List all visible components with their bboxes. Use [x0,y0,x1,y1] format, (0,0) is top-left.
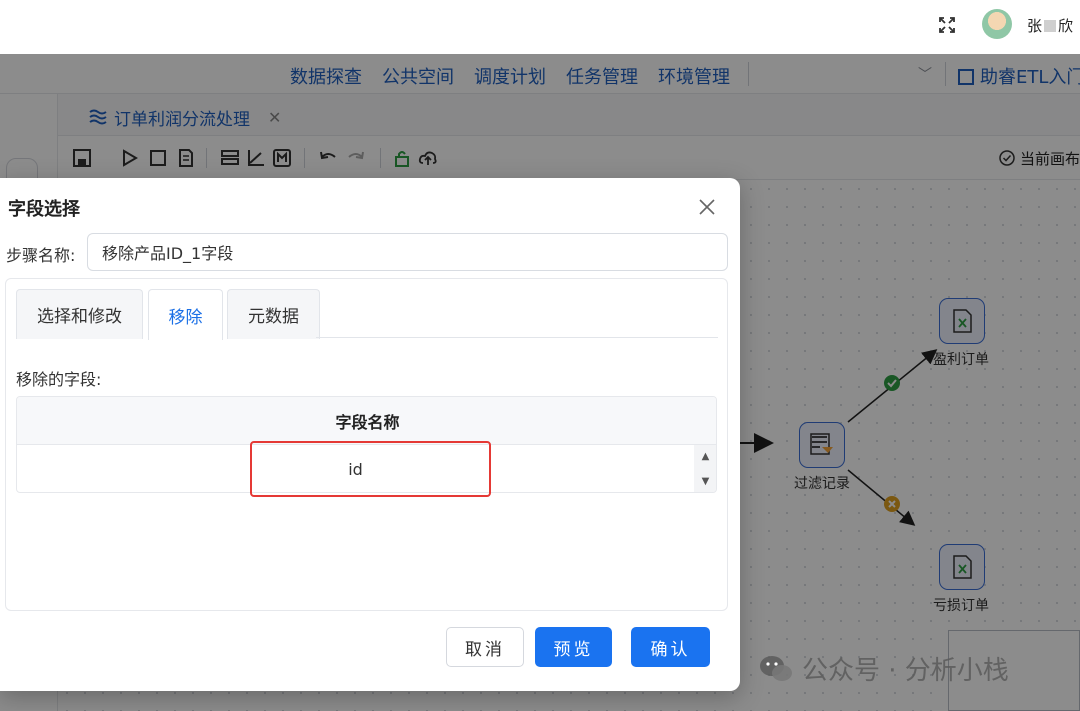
user-avatar[interactable] [982,9,1012,39]
scroll-up-icon[interactable]: ▲ [702,451,710,462]
watermark: 公众号 · 分析小栈 [758,650,1009,687]
fullscreen-icon[interactable] [936,14,958,36]
tab-metadata[interactable]: 元数据 [227,289,320,339]
watermark-text: 公众号 · 分析小栈 [802,656,1009,686]
tab-remove[interactable]: 移除 [148,289,223,340]
column-header-field-name[interactable]: 字段名称 [17,397,716,445]
tabs-divider [316,337,718,338]
remove-fields-label: 移除的字段: [16,370,102,389]
redacted-mark [1044,20,1057,32]
user-name-suffix: 欣 [1058,17,1074,35]
field-select-dialog: 字段选择 步骤名称: 选择和修改 移除 元数据 移除的字段: 字段名称 id ▲… [0,178,740,691]
preview-button[interactable]: 预览 [535,627,612,667]
step-name-label: 步骤名称: [6,246,76,265]
cancel-button[interactable]: 取消 [446,627,524,667]
close-icon[interactable] [694,194,720,220]
scroll-down-icon[interactable]: ▼ [702,476,710,487]
user-name-prefix: 张 [1027,17,1043,35]
table-scrollbar[interactable]: ▲ ▼ [694,445,716,492]
top-header: 张欣 [0,0,1080,54]
annotation-highlight [250,441,491,497]
dialog-title: 字段选择 [8,199,80,220]
user-name[interactable]: 张欣 [1027,15,1073,36]
wechat-icon [760,655,792,681]
step-name-input[interactable] [87,233,728,271]
confirm-button[interactable]: 确认 [631,627,710,667]
tab-select-modify[interactable]: 选择和修改 [16,289,143,339]
